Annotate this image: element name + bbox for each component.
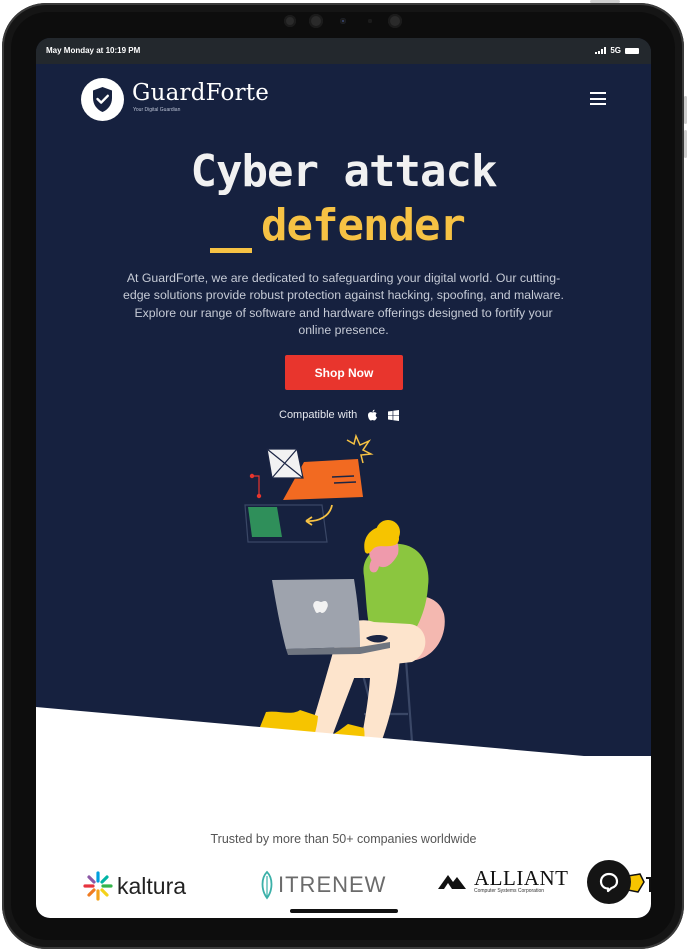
section-divider: [36, 707, 651, 762]
company-logo-itrenew: ITRENEW: [259, 870, 386, 900]
trusted-text: Trusted by more than 50+ companies world…: [210, 832, 477, 846]
front-camera-icon: [309, 14, 323, 28]
alliant-subtitle: Computer Systems Corporation: [474, 888, 545, 894]
cyber-defender-illustration: [244, 433, 445, 756]
status-time: May Monday at 10:19 PM: [46, 46, 141, 55]
home-indicator[interactable]: [290, 909, 398, 913]
company-logo-kaltura: kaltura: [82, 870, 186, 902]
camera-light-icon: [340, 18, 346, 24]
status-indicators: 5G: [595, 46, 639, 55]
status-bar: May Monday at 10:19 PM 5G: [36, 38, 651, 64]
kaltura-burst-icon: [83, 871, 113, 901]
network-type: 5G: [610, 46, 621, 55]
itrenew-leaf-icon: [261, 870, 273, 900]
hero-section: GuardForte Your Digital Guardian Cyber a…: [36, 64, 651, 756]
chat-button[interactable]: [587, 860, 631, 904]
power-button: [590, 0, 620, 3]
company-logos: kaltura ITRENEW ALLIANT Computer Systems…: [36, 864, 651, 904]
company-logo-alliant: ALLIANT Computer Systems Corporation: [438, 868, 568, 894]
sensor-icon: [388, 14, 402, 28]
itrenew-wordmark: ITRENEW: [278, 872, 387, 897]
alliant-mountain-icon: [438, 875, 466, 889]
sensor-icon: [284, 15, 296, 27]
signal-icon: [595, 47, 607, 54]
sensor-icon: [368, 19, 372, 23]
kaltura-wordmark: kaltura: [117, 872, 187, 899]
screen: May Monday at 10:19 PM 5G GuardForte You…: [36, 38, 651, 918]
chat-bubble-icon: [599, 872, 619, 893]
battery-icon: [625, 47, 639, 54]
alliant-wordmark: ALLIANT: [474, 866, 569, 890]
